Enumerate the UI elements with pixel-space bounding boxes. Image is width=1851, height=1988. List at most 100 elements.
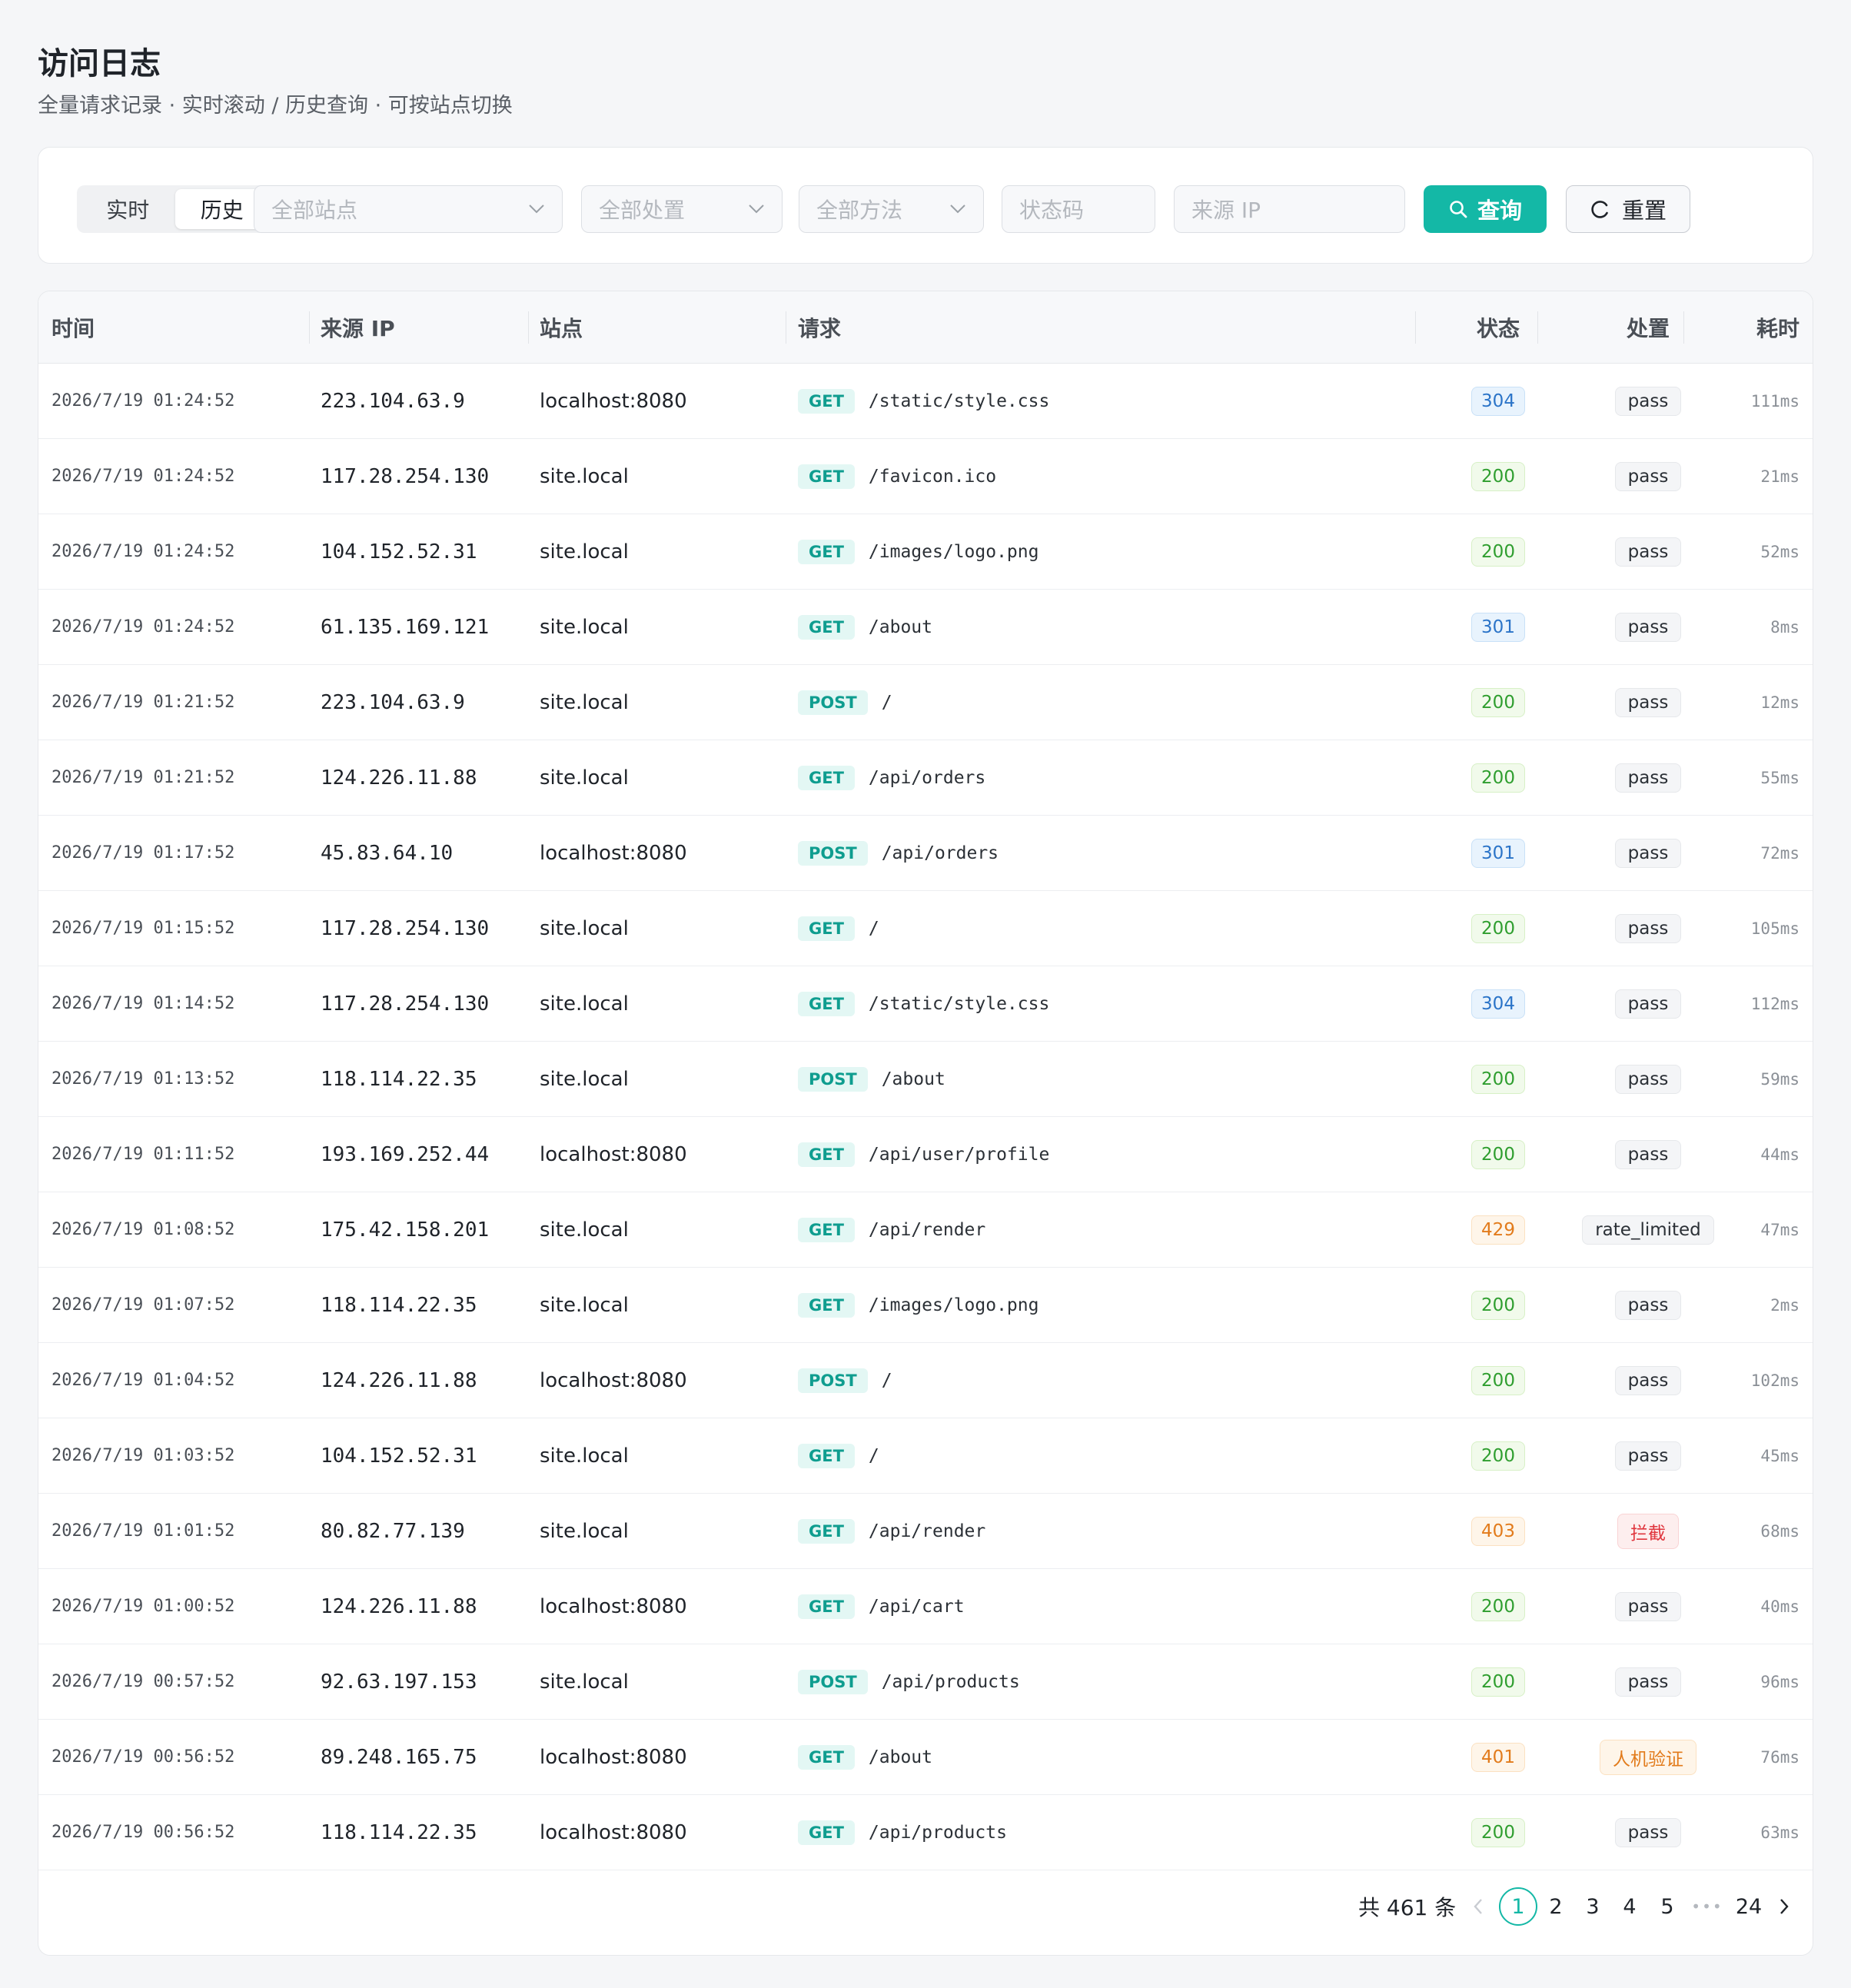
row-request: POST/api/orders	[798, 816, 999, 890]
refresh-icon	[1591, 201, 1608, 218]
row-time: 2026/7/19 01:14:52	[52, 994, 235, 1013]
row-duration: 111ms	[1750, 391, 1799, 411]
row-status: 200	[1441, 1117, 1556, 1192]
query-button[interactable]: 查询	[1424, 185, 1547, 233]
request-path: /images/logo.png	[868, 541, 1039, 562]
request-path: /api/render	[868, 1219, 986, 1240]
table-row[interactable]: 2026/7/19 01:24:52 223.104.63.9 localhost:…	[38, 364, 1813, 439]
row-time: 2026/7/19 01:24:52	[52, 467, 235, 486]
status-badge: 301	[1471, 612, 1525, 642]
next-page-button[interactable]	[1773, 1887, 1796, 1926]
row-time: 2026/7/19 01:11:52	[52, 1145, 235, 1164]
row-status: 200	[1441, 1268, 1556, 1342]
action-badge: pass	[1614, 838, 1682, 868]
row-status: 301	[1441, 816, 1556, 890]
row-status: 200	[1441, 1343, 1556, 1418]
source-ip-input[interactable]: 来源 IP	[1174, 185, 1405, 233]
mode-realtime-tab[interactable]: 实时	[81, 189, 175, 229]
table-row[interactable]: 2026/7/19 01:17:52 45.83.64.10 localhost:8…	[38, 816, 1813, 891]
action-badge: pass	[1614, 989, 1682, 1019]
reset-button[interactable]: 重置	[1566, 185, 1690, 233]
row-time: 2026/7/19 01:21:52	[52, 768, 235, 787]
table-row[interactable]: 2026/7/19 01:00:52 124.226.11.88 localhost…	[38, 1569, 1813, 1644]
column-action: 处置	[1626, 316, 1670, 341]
row-source-ip: 45.83.64.10	[321, 841, 454, 865]
method-badge: POST	[798, 840, 868, 866]
table-row[interactable]: 2026/7/19 01:24:52 117.28.254.130 site.loc…	[38, 439, 1813, 514]
status-badge: 200	[1471, 1591, 1525, 1621]
table-row[interactable]: 2026/7/19 01:15:52 117.28.254.130 site.loc…	[38, 891, 1813, 966]
table-body: 2026/7/19 01:24:52 223.104.63.9 localhost:…	[38, 364, 1813, 1870]
row-request: POST /	[798, 665, 892, 740]
row-time: 2026/7/19 01:07:52	[52, 1295, 235, 1315]
row-status: 200	[1441, 891, 1556, 966]
row-status: 401	[1441, 1720, 1556, 1794]
row-time: 2026/7/19 01:24:52	[52, 542, 235, 561]
total-count: 共 461 条	[1358, 1895, 1457, 1920]
table-row[interactable]: 2026/7/19 01:24:52 104.152.52.31 site.loca…	[38, 514, 1813, 590]
row-action: pass	[1575, 439, 1721, 514]
row-action: 拦截	[1575, 1494, 1721, 1568]
table-header: 时间 来源 IP 站点 请求 状态 处置 耗时	[38, 291, 1813, 364]
action-badge: rate_limited	[1582, 1215, 1714, 1245]
row-duration: 63ms	[1760, 1823, 1799, 1842]
action-select[interactable]: 全部处置	[581, 185, 783, 233]
row-action: pass	[1575, 665, 1721, 740]
method-select[interactable]: 全部方法	[799, 185, 984, 233]
table-row[interactable]: 2026/7/19 00:56:52 118.114.22.35 localhost…	[38, 1795, 1813, 1870]
row-duration: 40ms	[1760, 1597, 1799, 1616]
source-ip-placeholder: 来源 IP	[1191, 198, 1261, 223]
row-status: 200	[1441, 1418, 1556, 1493]
table-row[interactable]: 2026/7/19 00:57:52 92.63.197.153 site.loca…	[38, 1644, 1813, 1720]
request-path: /api/render	[868, 1521, 986, 1541]
row-status: 304	[1441, 966, 1556, 1041]
method-badge: GET	[798, 916, 855, 941]
row-action: pass	[1575, 1418, 1721, 1493]
action-badge: pass	[1614, 1591, 1682, 1621]
page-5-button[interactable]: 5	[1655, 1887, 1680, 1926]
row-duration: 72ms	[1760, 843, 1799, 863]
table-row[interactable]: 2026/7/19 01:13:52 118.114.22.35 site.loca…	[38, 1042, 1813, 1117]
page-ellipsis[interactable]: •••	[1688, 1887, 1726, 1926]
action-badge: 拦截	[1617, 1513, 1679, 1549]
page-1-button[interactable]: 1	[1499, 1887, 1537, 1926]
method-badge: GET	[798, 1744, 855, 1770]
request-path: /static/style.css	[868, 391, 1050, 411]
status-code-input[interactable]: 状态码	[1002, 185, 1155, 233]
request-path: /	[881, 1370, 892, 1391]
site-select-placeholder: 全部站点	[271, 198, 358, 223]
prev-page-button[interactable]	[1467, 1887, 1490, 1926]
row-action: pass	[1575, 364, 1721, 438]
column-status: 状态	[1476, 316, 1520, 341]
page-4-button[interactable]: 4	[1617, 1887, 1642, 1926]
row-request: GET/api/user/profile	[798, 1117, 1049, 1192]
status-code-placeholder: 状态码	[1019, 198, 1085, 223]
row-site: localhost:8080	[540, 1368, 687, 1392]
row-source-ip: 92.63.197.153	[321, 1670, 477, 1694]
row-time: 2026/7/19 01:15:52	[52, 919, 235, 938]
table-row[interactable]: 2026/7/19 01:11:52 193.169.252.44 localhos…	[38, 1117, 1813, 1192]
row-action: pass	[1575, 1795, 1721, 1870]
table-row[interactable]: 2026/7/19 01:24:52 61.135.169.121 site.loc…	[38, 590, 1813, 665]
row-time: 2026/7/19 00:56:52	[52, 1823, 235, 1842]
table-row[interactable]: 2026/7/19 01:14:52 117.28.254.130 site.loc…	[38, 966, 1813, 1042]
table-row[interactable]: 2026/7/19 01:21:52 124.226.11.88 site.loca…	[38, 740, 1813, 816]
table-row[interactable]: 2026/7/19 01:04:52 124.226.11.88 localhost…	[38, 1343, 1813, 1418]
table-row[interactable]: 2026/7/19 00:56:52 89.248.165.75 localhost…	[38, 1720, 1813, 1795]
row-status: 304	[1441, 364, 1556, 438]
page-2-button[interactable]: 2	[1544, 1887, 1568, 1926]
page-3-button[interactable]: 3	[1580, 1887, 1605, 1926]
table-row[interactable]: 2026/7/19 01:03:52 104.152.52.31 site.loca…	[38, 1418, 1813, 1494]
row-action: pass	[1575, 891, 1721, 966]
table-row[interactable]: 2026/7/19 01:21:52 223.104.63.9 site.local…	[38, 665, 1813, 740]
page-24-button[interactable]: 24	[1732, 1887, 1766, 1926]
request-path: /	[881, 692, 892, 713]
row-status: 429	[1441, 1192, 1556, 1267]
table-row[interactable]: 2026/7/19 01:08:52 175.42.158.201 site.loc…	[38, 1192, 1813, 1268]
row-action: pass	[1575, 740, 1721, 815]
table-row[interactable]: 2026/7/19 01:07:52 118.114.22.35 site.loca…	[38, 1268, 1813, 1343]
request-path: /static/style.css	[868, 993, 1050, 1014]
row-status: 200	[1441, 1569, 1556, 1644]
table-row[interactable]: 2026/7/19 01:01:52 80.82.77.139 site.local…	[38, 1494, 1813, 1569]
site-select[interactable]: 全部站点	[254, 185, 563, 233]
